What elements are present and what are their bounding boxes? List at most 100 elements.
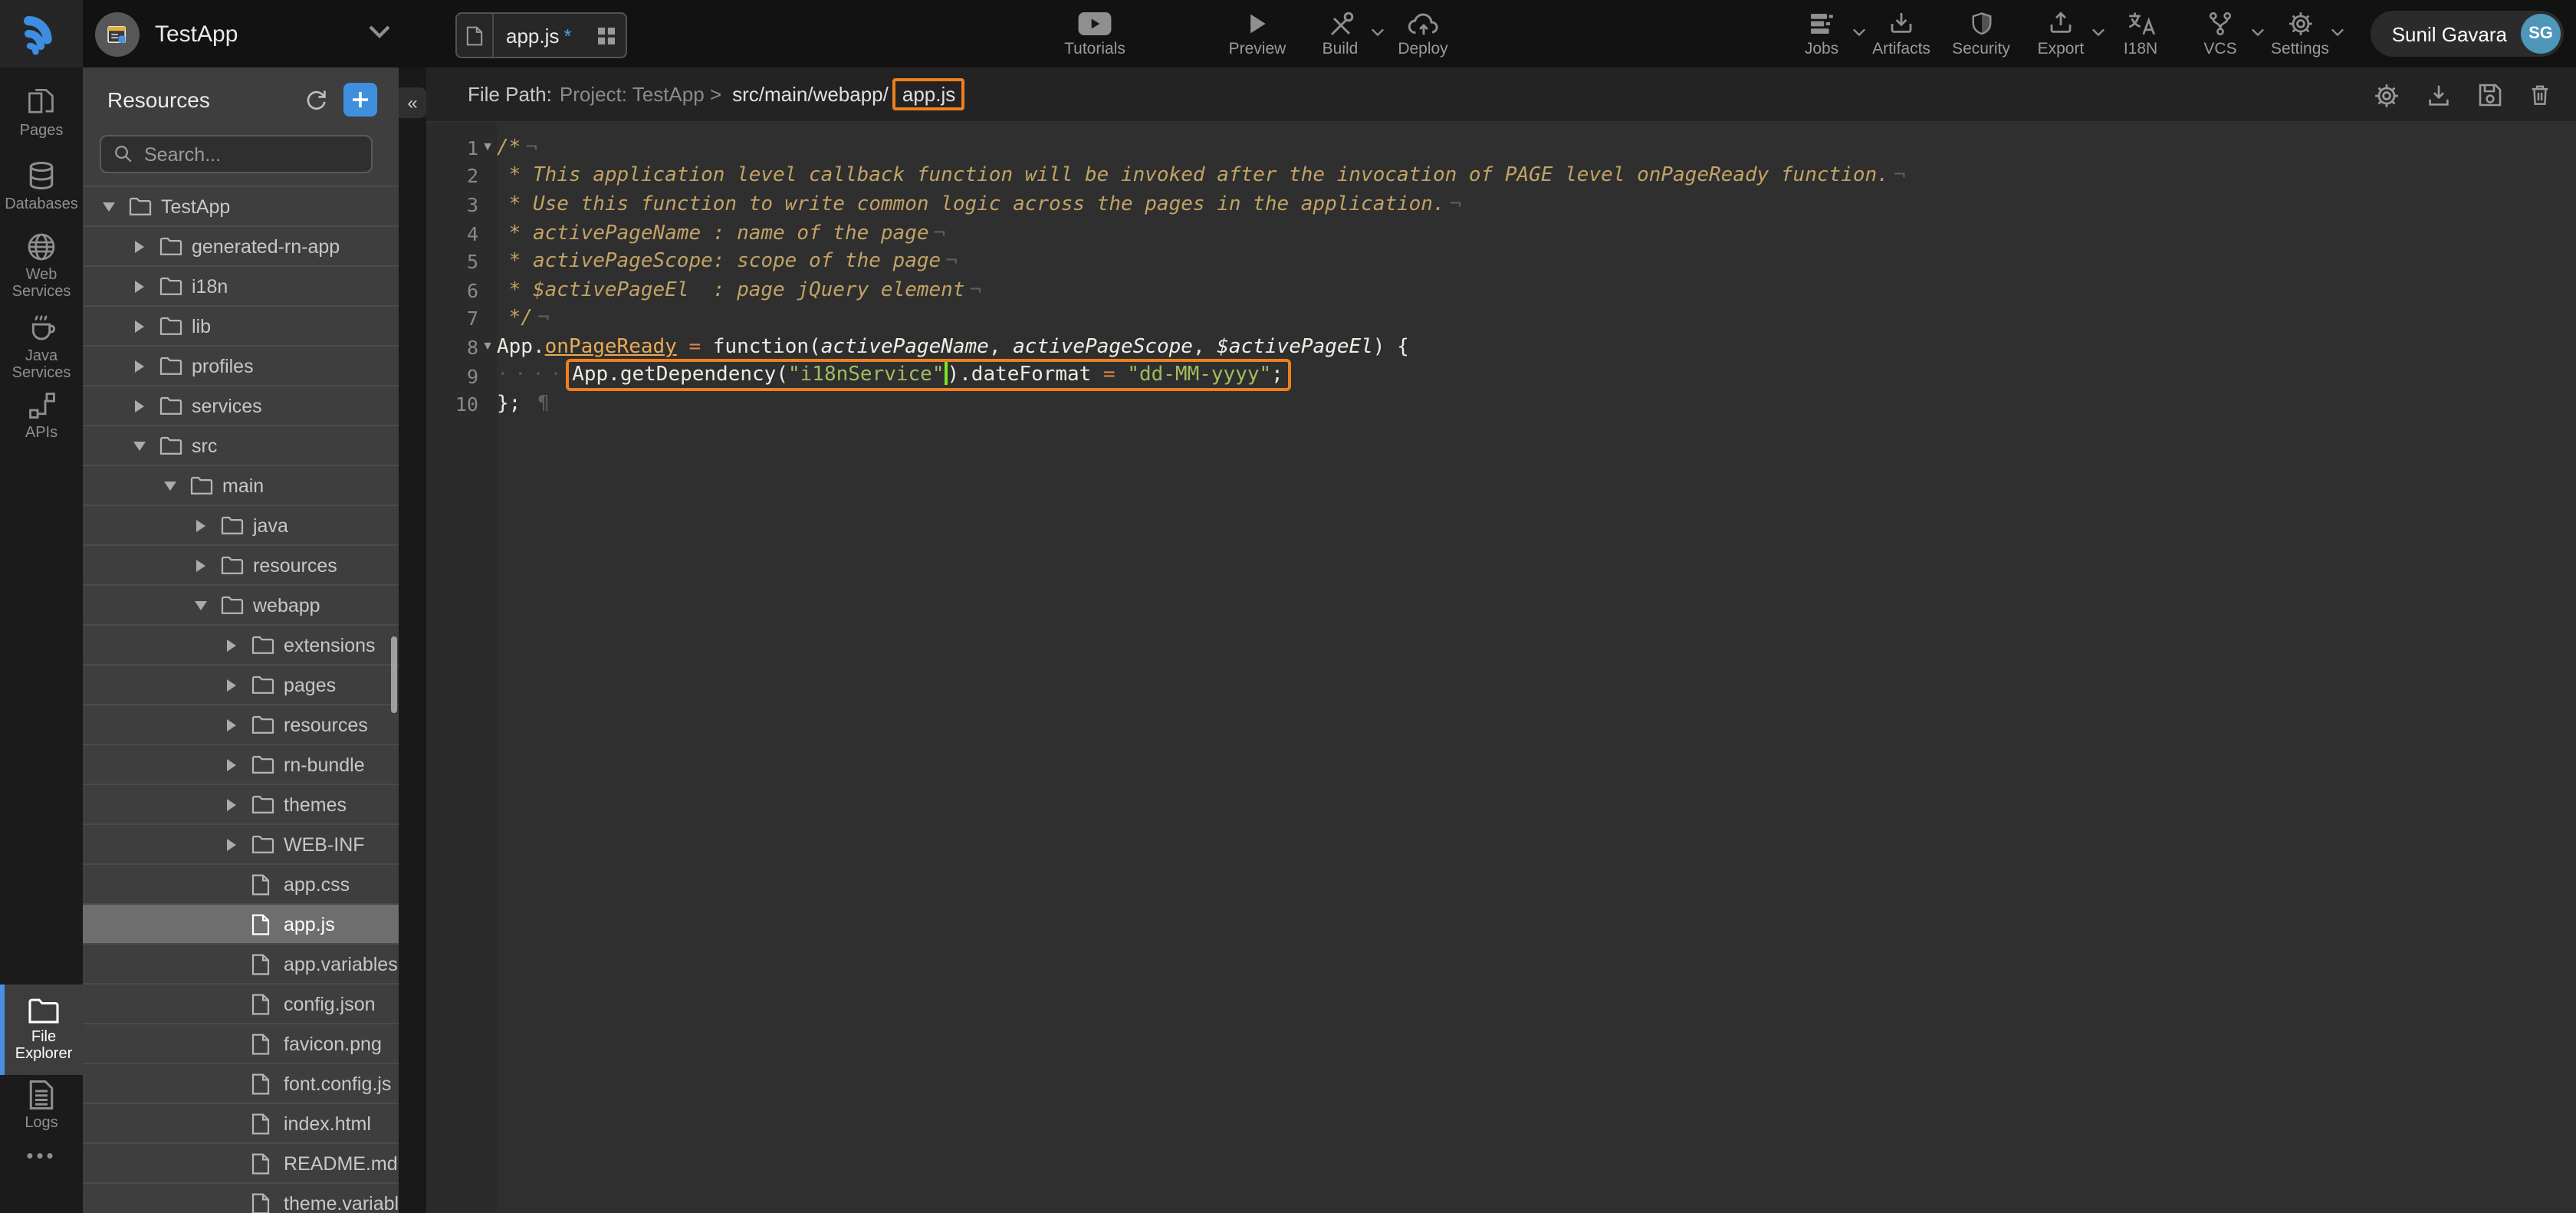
delete-file-button[interactable]	[2528, 83, 2551, 107]
tree-item-label: README.md	[284, 1152, 398, 1174]
download-file-button[interactable]	[2426, 82, 2452, 108]
sidebar-item-java-services[interactable]: JavaServices	[0, 314, 83, 382]
chevron-down-icon	[1852, 28, 1866, 37]
menu-label: Artifacts	[1872, 40, 1930, 58]
app-logo[interactable]	[0, 0, 83, 67]
chevron-collapsed-icon	[221, 798, 242, 810]
project-selector[interactable]: TestApp	[95, 0, 238, 67]
gear-icon	[2374, 82, 2400, 108]
panel-scrollbar[interactable]	[391, 636, 397, 713]
code-line[interactable]: 5 * activePageScope: scope of the page¬	[426, 248, 2576, 276]
whitespace-dots: ····	[497, 363, 570, 386]
refresh-icon[interactable]	[304, 87, 328, 112]
tree-item-label: themes	[284, 794, 347, 815]
tree-item-main[interactable]: main	[83, 466, 399, 506]
tree-item-i18n[interactable]: i18n	[83, 267, 399, 307]
tree-item-favicon-png[interactable]: favicon.png	[83, 1024, 399, 1064]
menu-export[interactable]: Export	[2030, 9, 2091, 58]
resources-header: Resources «	[83, 67, 399, 135]
tree-item-app-css[interactable]: app.css	[83, 865, 399, 905]
tree-item-themes[interactable]: themes	[83, 785, 399, 825]
search-input[interactable]	[144, 143, 343, 165]
fold-marker-icon[interactable]: ▼	[478, 341, 497, 353]
folder-icon	[251, 794, 274, 814]
tree-item-pages[interactable]: pages	[83, 666, 399, 705]
menu-settings[interactable]: Settings	[2269, 9, 2331, 58]
menu-preview[interactable]: Preview	[1227, 9, 1288, 58]
tree-item-resources[interactable]: resources	[83, 546, 399, 586]
sidebar-item-apis[interactable]: APIs	[0, 391, 83, 442]
sidebar-item-file-explorer[interactable]: FileExplorer	[0, 985, 83, 1075]
code-line[interactable]: 3 * Use this function to write common lo…	[426, 190, 2576, 219]
unsaved-indicator: *	[564, 24, 571, 47]
more-options-icon[interactable]: •••	[0, 1144, 83, 1167]
sidebar-item-web-services[interactable]: WebServices	[0, 232, 83, 301]
tree-item-generated-rn-app[interactable]: generated-rn-app	[83, 227, 399, 267]
code-line[interactable]: 10}; ¶	[426, 390, 2576, 419]
tree-item-index-html[interactable]: index.html	[83, 1104, 399, 1144]
sidebar-item-logs[interactable]: Logs	[0, 1080, 83, 1132]
tree-item-label: src	[192, 435, 217, 456]
chevron-down-icon[interactable]	[368, 25, 391, 38]
chevron-down-icon	[1371, 28, 1385, 37]
file-tree: TestAppgenerated-rn-appi18nlibprofilesse…	[83, 186, 399, 1213]
menu-tutorials[interactable]: Tutorials	[1064, 9, 1125, 58]
menu-vcs[interactable]: VCS	[2190, 9, 2251, 58]
chevron-down-icon	[2331, 28, 2344, 37]
grid-icon[interactable]	[598, 27, 615, 44]
menu-build[interactable]: Build	[1309, 9, 1371, 58]
code-line[interactable]: 2 * This application level callback func…	[426, 162, 2576, 190]
file-icon	[251, 1113, 274, 1134]
collapse-panel-button[interactable]: «	[399, 87, 426, 118]
tree-item-profiles[interactable]: profiles	[83, 347, 399, 386]
code-area[interactable]: 1▼/*¬2 * This application level callback…	[426, 123, 2576, 1213]
code-line[interactable]: 9····App.getDependency("i18nService").da…	[426, 362, 2576, 390]
user-menu[interactable]: Sunil Gavara SG	[2371, 11, 2564, 57]
code-line[interactable]: 8▼App.onPageReady = function(activePageN…	[426, 333, 2576, 361]
menu-jobs[interactable]: Jobs	[1791, 9, 1852, 58]
tree-item-theme-variables[interactable]: theme.variables	[83, 1184, 399, 1213]
sidebar-item-pages[interactable]: Pages	[0, 87, 83, 140]
file-icon	[251, 1152, 274, 1174]
tree-item-src[interactable]: src	[83, 426, 399, 466]
menu-security[interactable]: Security	[1950, 9, 2012, 58]
tree-item-label: rn-bundle	[284, 754, 365, 775]
chevron-collapsed-icon	[129, 399, 150, 412]
tree-item-lib[interactable]: lib	[83, 307, 399, 347]
save-file-button[interactable]	[2478, 83, 2502, 107]
code-line[interactable]: 1▼/*¬	[426, 133, 2576, 162]
add-resource-button[interactable]	[343, 83, 377, 117]
menu-deploy[interactable]: Deploy	[1392, 9, 1454, 58]
menu-i18n[interactable]: I18N	[2110, 9, 2171, 58]
code-line[interactable]: 7 */¬	[426, 304, 2576, 333]
tree-item-webapp[interactable]: webapp	[83, 586, 399, 626]
tree-item-font-config-js[interactable]: font.config.js	[83, 1064, 399, 1104]
sidebar-item-databases[interactable]: Databases	[0, 161, 83, 213]
tree-item-rn-bundle[interactable]: rn-bundle	[83, 745, 399, 785]
chevron-down-icon	[2251, 28, 2265, 37]
tree-item-java[interactable]: java	[83, 506, 399, 546]
menu-artifacts[interactable]: Artifacts	[1871, 9, 1932, 58]
open-file-tab[interactable]: app.js *	[455, 12, 627, 58]
tree-item-resources[interactable]: resources	[83, 705, 399, 745]
tree-item-app-variables-js[interactable]: app.variables.js	[83, 945, 399, 985]
line-number: 5	[426, 250, 478, 273]
code-line[interactable]: 4 * activePageName : name of the page¬	[426, 219, 2576, 248]
tree-item-config-json[interactable]: config.json	[83, 985, 399, 1024]
tree-item-readme-md[interactable]: README.md	[83, 1144, 399, 1184]
tree-item-extensions[interactable]: extensions	[83, 626, 399, 666]
git-branch-icon	[2208, 9, 2233, 37]
folder-icon	[221, 515, 244, 535]
fold-marker-icon[interactable]: ▼	[478, 142, 497, 154]
menu-label: Jobs	[1805, 40, 1838, 58]
line-number: 3	[426, 193, 478, 216]
tree-item-web-inf[interactable]: WEB-INF	[83, 825, 399, 865]
file-icon	[251, 1073, 274, 1094]
tree-item-services[interactable]: services	[83, 386, 399, 426]
panel-editor-divider	[399, 67, 426, 1213]
editor-settings-button[interactable]	[2374, 82, 2400, 108]
code-text: * activePageScope: scope of the page¬	[497, 250, 958, 273]
code-line[interactable]: 6 * $activePageEl : page jQuery element¬	[426, 276, 2576, 304]
tree-item-testapp[interactable]: TestApp	[83, 187, 399, 227]
tree-item-app-js[interactable]: app.js	[83, 905, 399, 945]
